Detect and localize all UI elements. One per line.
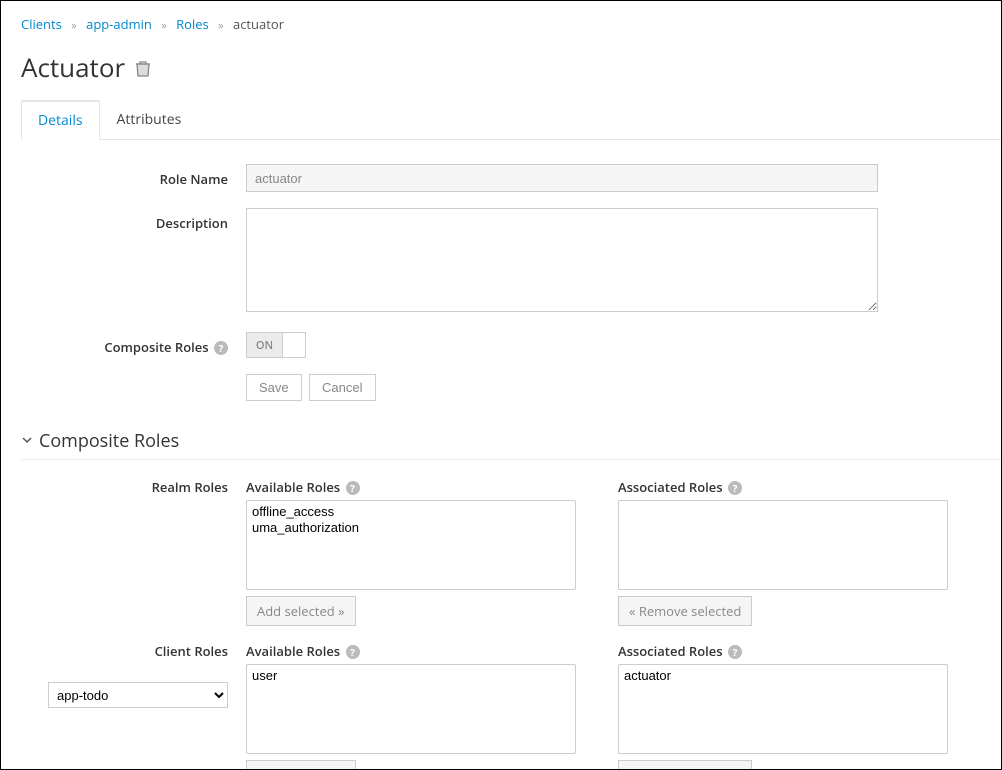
toggle-knob [283, 333, 305, 357]
composite-roles-label-text: Composite Roles [104, 338, 208, 356]
client-available-label: Available Roles ? [246, 642, 576, 660]
toggle-on-label: ON [247, 333, 283, 357]
composite-section-title: Composite Roles [39, 429, 179, 453]
page-title-text: Actuator [21, 49, 125, 85]
realm-add-selected-button[interactable]: Add selected » [246, 596, 356, 626]
breadcrumb-current: actuator [233, 15, 284, 33]
realm-associated-label: Associated Roles ? [618, 478, 948, 496]
client-remove-selected-button[interactable]: « Remove selected [618, 760, 752, 770]
help-icon[interactable]: ? [214, 341, 228, 355]
client-roles-label: Client Roles [155, 642, 228, 660]
breadcrumb-link-clients[interactable]: Clients [21, 15, 62, 33]
help-icon[interactable]: ? [346, 645, 360, 659]
client-associated-label: Associated Roles ? [618, 642, 948, 660]
role-name-label: Role Name [21, 164, 246, 192]
realm-roles-label: Realm Roles [21, 478, 246, 626]
client-associated-list[interactable]: actuator [618, 664, 948, 754]
breadcrumb-sep: » [218, 18, 223, 33]
composite-roles-label: Composite Roles ? [21, 332, 246, 358]
client-available-list[interactable]: user [246, 664, 576, 754]
realm-associated-list[interactable] [618, 500, 948, 590]
breadcrumb-link-client[interactable]: app-admin [86, 15, 152, 33]
breadcrumb: Clients » app-admin » Roles » actuator [21, 15, 981, 33]
page-title: Actuator [21, 49, 981, 85]
client-add-selected-button[interactable]: Add selected » [246, 760, 356, 770]
client-select[interactable]: app-todo [48, 682, 228, 708]
save-button[interactable]: Save [246, 374, 302, 401]
help-icon[interactable]: ? [728, 481, 742, 495]
tab-details[interactable]: Details [21, 100, 100, 140]
composite-section-header[interactable]: Composite Roles [21, 429, 981, 453]
tabs: Details Attributes [21, 99, 1001, 140]
realm-remove-selected-button[interactable]: « Remove selected [618, 596, 752, 626]
delete-role-icon[interactable] [135, 49, 151, 85]
realm-available-label: Available Roles ? [246, 478, 576, 496]
description-label: Description [21, 208, 246, 316]
breadcrumb-link-roles[interactable]: Roles [176, 15, 209, 33]
composite-roles-toggle[interactable]: ON [246, 332, 306, 358]
realm-available-list[interactable]: offline_accessuma_authorization [246, 500, 576, 590]
breadcrumb-sep: » [71, 18, 76, 33]
chevron-down-icon [21, 432, 33, 451]
help-icon[interactable]: ? [346, 481, 360, 495]
help-icon[interactable]: ? [728, 645, 742, 659]
cancel-button[interactable]: Cancel [309, 374, 375, 401]
description-input[interactable] [246, 208, 878, 312]
breadcrumb-sep: » [161, 18, 166, 33]
tab-attributes[interactable]: Attributes [100, 100, 199, 140]
role-name-input[interactable] [246, 164, 878, 192]
